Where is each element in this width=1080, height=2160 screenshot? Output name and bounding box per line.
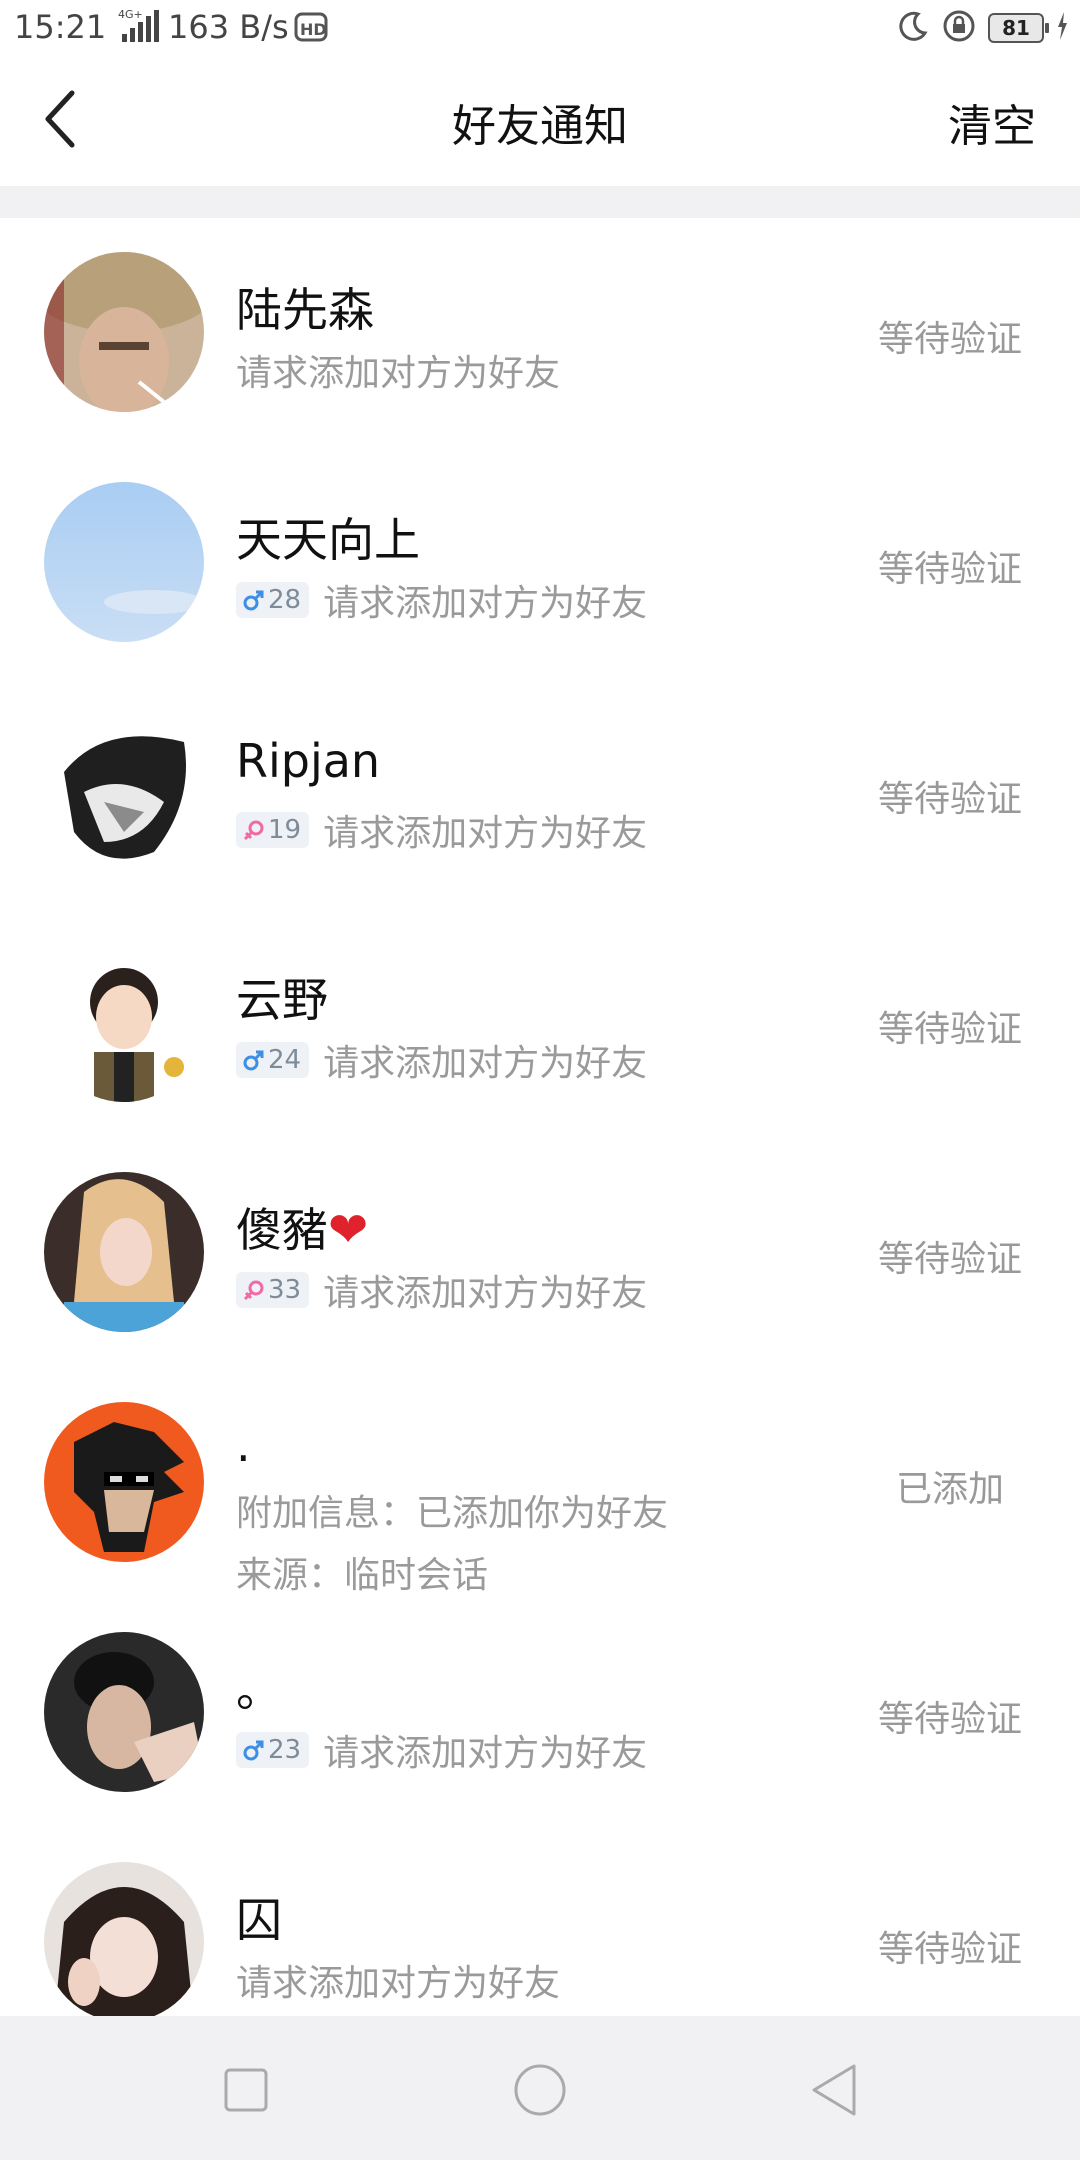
status-bar: 15:21 4G+ 163 B/s HD 81 xyxy=(0,0,1080,54)
age-label: 23 xyxy=(268,1735,302,1765)
status-right: 81 xyxy=(896,8,1068,48)
age-label: 28 xyxy=(268,585,302,615)
avatar[interactable] xyxy=(44,712,204,872)
contact-name: 云野 xyxy=(236,973,328,1027)
male-icon xyxy=(243,1050,264,1071)
avatar[interactable] xyxy=(44,1402,204,1562)
age-label: 19 xyxy=(268,815,302,845)
list-item[interactable]: 。 23 请求添加对方为好友 等待验证 xyxy=(0,1598,1080,1828)
request-message: 28 请求添加对方为好友 xyxy=(236,574,647,626)
male-icon xyxy=(243,1740,264,1761)
female-icon xyxy=(243,1280,264,1301)
request-source: 来源：临时会话 xyxy=(236,1546,488,1598)
request-status: 等待验证 xyxy=(877,1009,1022,1050)
request-status: 等待验证 xyxy=(877,1929,1022,1970)
contact-name: Ripjan xyxy=(236,734,381,788)
request-status: 等待验证 xyxy=(877,1239,1022,1280)
list-item[interactable]: Ripjan 19 请求添加对方为好友 等待验证 xyxy=(0,678,1080,908)
list-item[interactable]: 陆先森 请求添加对方为好友 等待验证 xyxy=(0,218,1080,448)
network-speed: 163 B/s xyxy=(168,8,289,46)
gender-age-tag: 23 xyxy=(236,1732,310,1768)
home-circle-icon[interactable] xyxy=(510,2060,570,2120)
avatar[interactable] xyxy=(44,1632,204,1792)
request-status: 等待验证 xyxy=(877,1699,1022,1740)
age-label: 33 xyxy=(268,1275,302,1305)
request-message-text: 请求添加对方为好友 xyxy=(323,583,648,624)
recent-apps-square-icon[interactable] xyxy=(216,2060,276,2120)
request-message: 23 请求添加对方为好友 xyxy=(236,1724,647,1776)
nav-header: 好友通知 清空 xyxy=(0,54,1080,186)
request-message-text: 附加信息：已添加你为好友 xyxy=(236,1493,669,1534)
contact-name: 囚 xyxy=(236,1893,282,1947)
gender-age-tag: 19 xyxy=(236,812,310,848)
gender-age-tag: 24 xyxy=(236,1042,310,1078)
screen: 15:21 4G+ 163 B/s HD 81 好友通知 清空 陆先森 请求添加… xyxy=(0,0,1080,2160)
avatar[interactable] xyxy=(44,482,204,642)
request-message: 33 请求添加对方为好友 xyxy=(236,1264,647,1316)
svg-text:HD: HD xyxy=(300,20,327,39)
request-status: 等待验证 xyxy=(877,779,1022,820)
request-status: 已添加 xyxy=(895,1469,1004,1510)
battery-level: 81 xyxy=(1002,16,1030,40)
section-divider xyxy=(0,186,1080,218)
request-message-text: 请求添加对方为好友 xyxy=(323,813,648,854)
contact-name-text: 傻豬 xyxy=(236,1203,328,1257)
request-message-text: 请求添加对方为好友 xyxy=(236,1963,561,2004)
clear-button[interactable]: 清空 xyxy=(948,90,1036,154)
list-item[interactable]: . 附加信息：已添加你为好友 来源：临时会话 已添加 xyxy=(0,1368,1080,1598)
avatar[interactable] xyxy=(44,1862,204,2022)
contact-name: . xyxy=(236,1418,251,1472)
list-item[interactable]: 傻豬❤ 33 请求添加对方为好友 等待验证 xyxy=(0,1138,1080,1368)
request-source-text: 来源：临时会话 xyxy=(236,1555,489,1596)
heart-icon: ❤ xyxy=(328,1202,369,1258)
request-message: 24 请求添加对方为好友 xyxy=(236,1034,647,1086)
female-icon xyxy=(243,820,264,841)
battery-icon: 81 xyxy=(988,13,1049,43)
status-time: 15:21 xyxy=(14,8,107,46)
contact-name: 天天向上 xyxy=(236,513,420,567)
request-message: 请求添加对方为好友 xyxy=(236,1954,560,2006)
charging-icon xyxy=(1056,11,1068,45)
rotation-lock-icon xyxy=(942,9,976,47)
request-message-text: 请求添加对方为好友 xyxy=(236,353,561,394)
avatar[interactable] xyxy=(44,1172,204,1332)
avatar[interactable] xyxy=(44,942,204,1102)
gender-age-tag: 33 xyxy=(236,1272,310,1308)
request-message-text: 请求添加对方为好友 xyxy=(323,1043,648,1084)
request-message: 附加信息：已添加你为好友 xyxy=(236,1484,668,1536)
contact-name: 傻豬❤ xyxy=(236,1194,368,1260)
request-message: 19 请求添加对方为好友 xyxy=(236,804,647,856)
request-status: 等待验证 xyxy=(877,319,1022,360)
age-label: 24 xyxy=(268,1045,302,1075)
request-message-text: 请求添加对方为好友 xyxy=(323,1733,648,1774)
list-item[interactable]: 云野 24 请求添加对方为好友 等待验证 xyxy=(0,908,1080,1138)
request-message: 请求添加对方为好友 xyxy=(236,344,560,396)
male-icon xyxy=(243,590,264,611)
contact-name: 。 xyxy=(236,1663,282,1717)
list-item[interactable]: 天天向上 28 请求添加对方为好友 等待验证 xyxy=(0,448,1080,678)
contact-name: 陆先森 xyxy=(236,283,374,337)
hd-icon: HD xyxy=(294,10,328,48)
system-nav-bar xyxy=(0,2016,1080,2160)
request-status: 等待验证 xyxy=(877,549,1022,590)
back-triangle-icon[interactable] xyxy=(804,2060,864,2120)
signal-icon: 4G+ xyxy=(116,6,164,50)
page-title: 好友通知 xyxy=(452,101,628,152)
avatar[interactable] xyxy=(44,252,204,412)
svg-text:4G+: 4G+ xyxy=(118,8,143,21)
moon-icon xyxy=(896,9,930,47)
request-message-text: 请求添加对方为好友 xyxy=(323,1273,648,1314)
gender-age-tag: 28 xyxy=(236,582,310,618)
